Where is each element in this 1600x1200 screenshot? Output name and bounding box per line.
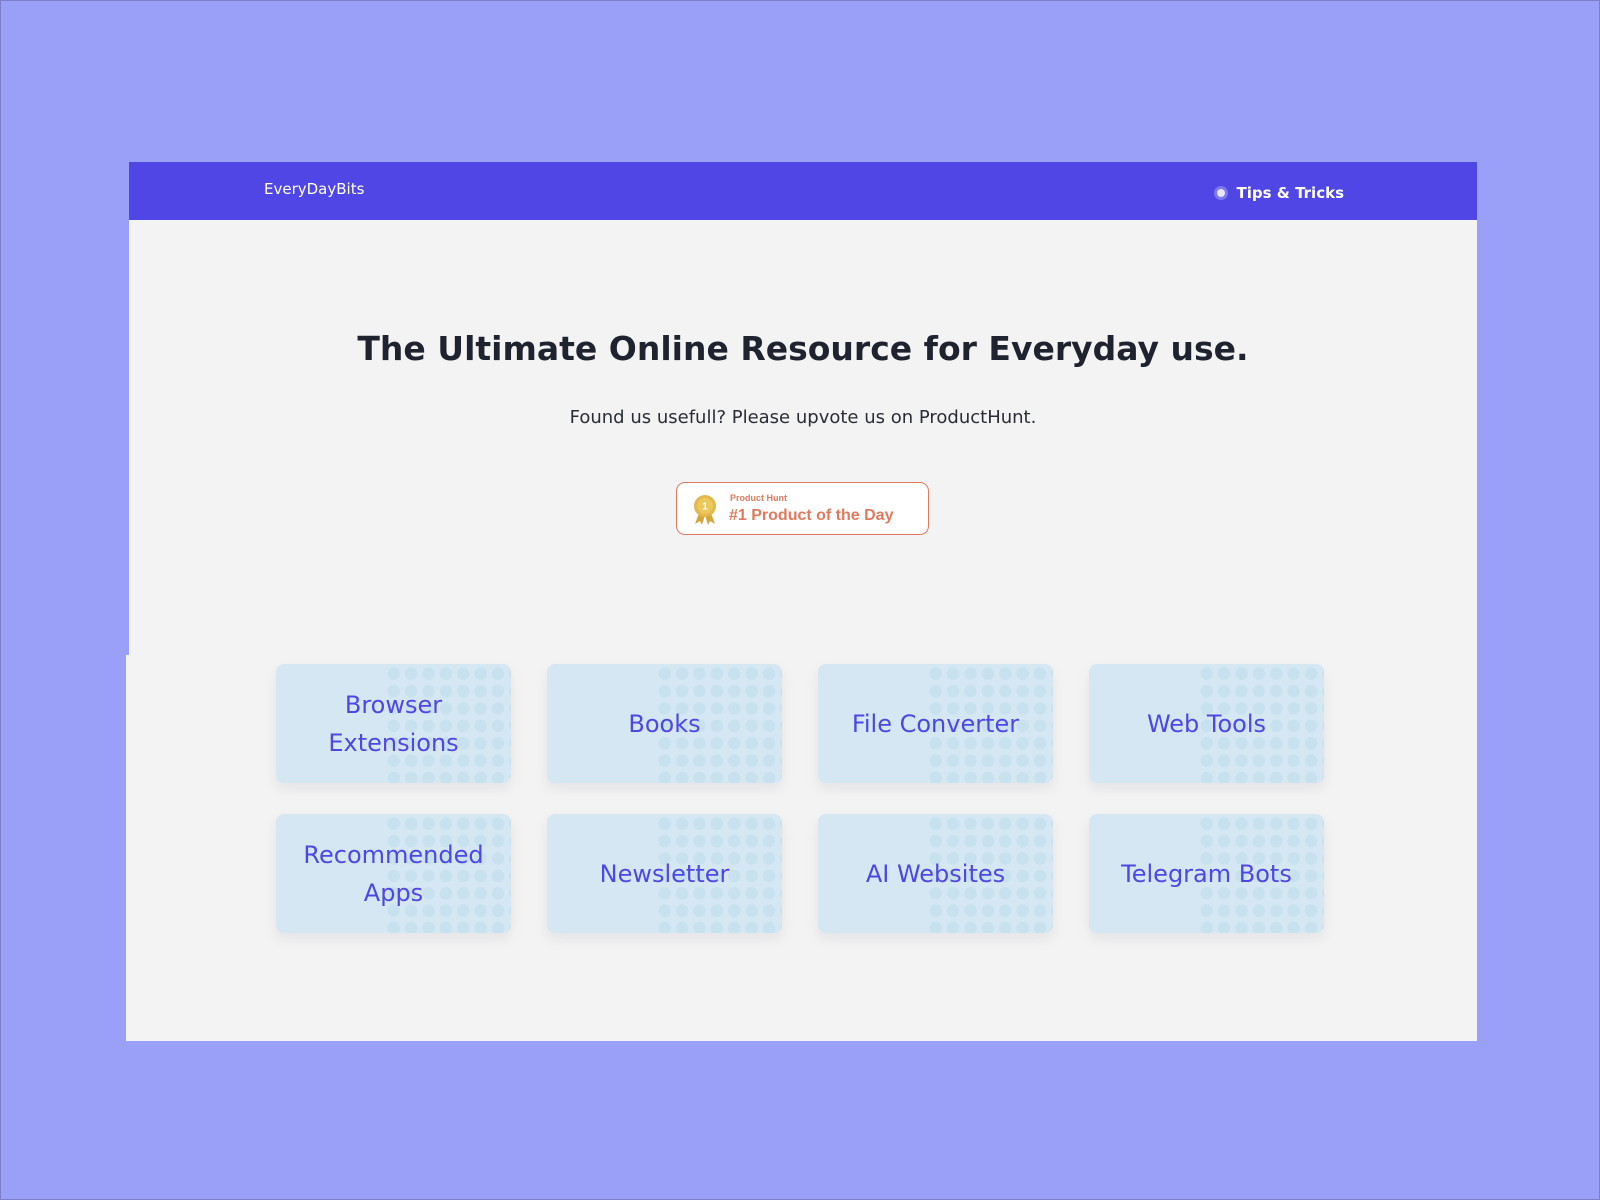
category-card-web-tools[interactable]: Web Tools xyxy=(1089,664,1324,783)
product-hunt-badge[interactable]: 1 Product Hunt #1 Product of the Day xyxy=(676,482,929,535)
hero-title: The Ultimate Online Resource for Everyda… xyxy=(357,329,1249,368)
category-label: Web Tools xyxy=(1146,709,1267,738)
category-card-ai-websites[interactable]: AI Websites xyxy=(818,814,1053,933)
category-card-books[interactable]: Books xyxy=(547,664,782,783)
brand-logo-link[interactable]: EveryDayBits xyxy=(264,180,364,198)
category-card-newsletter[interactable]: Newsletter xyxy=(547,814,782,933)
medal-icon: 1 xyxy=(694,495,716,525)
tips-and-tricks-label: Tips & Tricks xyxy=(1236,184,1344,202)
category-grid: Browser Extensions Books File Converter … xyxy=(276,664,1324,933)
category-label: File Converter xyxy=(851,709,1020,738)
category-card-telegram-bots[interactable]: Telegram Bots xyxy=(1089,814,1324,933)
category-label: AI Websites xyxy=(865,859,1006,888)
category-label: Recommended Apps xyxy=(303,840,484,907)
badge-small-text: Product Hunt xyxy=(730,493,787,503)
site-window: EveryDayBits Tips & Tricks The Ultimate … xyxy=(126,162,1477,1041)
pulse-dot-icon xyxy=(1216,189,1225,197)
category-card-file-converter[interactable]: File Converter xyxy=(818,664,1053,783)
hero-subtitle: Found us usefull? Please upvote us on Pr… xyxy=(569,407,1037,428)
badge-big-text: #1 Product of the Day xyxy=(729,507,894,524)
category-label: Books xyxy=(628,709,701,738)
navbar: EveryDayBits Tips & Tricks xyxy=(129,162,1477,220)
category-card-browser-extensions[interactable]: Browser Extensions xyxy=(276,664,511,783)
medal-number: 1 xyxy=(702,502,708,513)
category-label: Newsletter xyxy=(599,859,730,888)
tips-and-tricks-link[interactable]: Tips & Tricks xyxy=(1216,184,1344,202)
category-card-recommended-apps[interactable]: Recommended Apps xyxy=(276,814,511,933)
category-label: Browser Extensions xyxy=(328,690,459,757)
category-label: Telegram Bots xyxy=(1121,859,1292,888)
